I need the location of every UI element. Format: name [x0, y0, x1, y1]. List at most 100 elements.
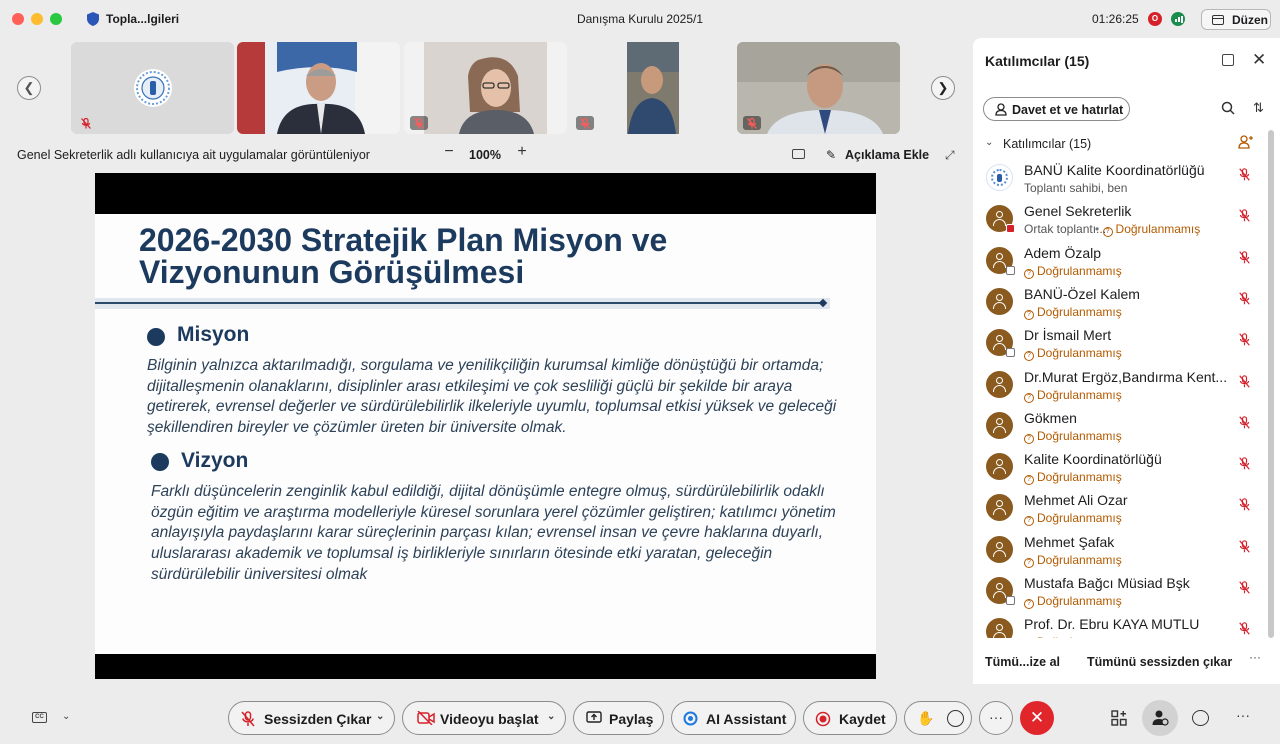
participant-role: Toplantı sahibi, ben [1024, 181, 1128, 195]
mission-bullet [147, 328, 165, 346]
participant-row[interactable]: Dr.Murat Ergöz,Bandırma Kent... ? Doğrulan… [973, 367, 1265, 408]
participant-row[interactable]: Mustafa Bağcı Müsiad Bşk? Doğrulanmamış [973, 573, 1265, 614]
filmstrip-next-button[interactable]: ❯ [931, 76, 955, 100]
filmstrip-prev-button[interactable]: ❮ [17, 76, 41, 100]
shield-icon [87, 12, 99, 26]
invite-button[interactable]: Davet et ve hatırlat [983, 97, 1130, 121]
window-close-button[interactable] [12, 13, 24, 25]
slide-letterbox-bottom [95, 654, 876, 679]
panel-more-button[interactable]: ··· [1249, 650, 1261, 664]
participant-video-icon [404, 42, 567, 134]
participant-name: Dr.Murat Ergöz,Bandırma Kent... [1024, 368, 1228, 385]
window-minimize-button[interactable] [31, 13, 43, 25]
video-tile-4[interactable] [570, 42, 733, 134]
unverified-label: Doğrulanmamış [1037, 387, 1122, 402]
participant-mute-indicator[interactable] [1239, 374, 1250, 393]
avatar [986, 494, 1013, 522]
screen-icon[interactable] [792, 149, 805, 159]
leave-meeting-button[interactable]: ✕ [1020, 701, 1054, 735]
participants-button[interactable] [1142, 700, 1178, 736]
share-button[interactable]: Paylaş [573, 701, 664, 735]
info-icon: ? [1024, 475, 1034, 486]
zoom-in-button[interactable]: + [514, 143, 530, 161]
participant-mute-indicator[interactable] [1239, 457, 1250, 475]
start-video-button[interactable]: Videoyu başlat ⌄ [402, 701, 566, 735]
slide-title: 2026-2030 Stratejik Plan Misyon ve Vizyo… [139, 222, 668, 290]
emoji-icon[interactable] [947, 710, 964, 727]
participant-mute-indicator[interactable] [1239, 333, 1250, 351]
unverified-label: Doğrulanmamış [1115, 222, 1201, 237]
participant-mute-indicator[interactable] [1239, 415, 1250, 434]
participant-mute-indicator[interactable] [1239, 292, 1250, 310]
add-person-icon[interactable] [1238, 135, 1253, 149]
chat-icon[interactable] [1192, 710, 1209, 726]
participant-name: Mehmet Şafak [1024, 533, 1115, 550]
window-maximize-button[interactable] [50, 13, 62, 25]
popout-icon[interactable] [1222, 54, 1234, 66]
participant-mute-indicator[interactable] [1239, 250, 1250, 269]
participant-mute-indicator[interactable] [1239, 539, 1250, 558]
unverified-badge: ?Doğrulanmamış [1024, 305, 1122, 320]
mic-muted-icon [1239, 415, 1250, 429]
participant-mute-indicator[interactable] [1239, 168, 1250, 186]
cc-icon[interactable]: CC [32, 712, 47, 723]
participant-mute-indicator[interactable] [1239, 581, 1250, 599]
ai-assistant-button[interactable]: AI Assistant [671, 701, 796, 735]
unverified-badge: ?Doğrulanmamış [1024, 635, 1122, 638]
chevron-down-icon[interactable]: ⌄ [376, 711, 384, 722]
unverified-badge: ?Doğrulanmamış [1024, 264, 1122, 279]
zoom-level[interactable]: 100% [469, 148, 501, 162]
unverified-label: Doğrulanmamış [1037, 470, 1122, 485]
annotate-icon[interactable]: ✎ [826, 148, 836, 162]
video-tile-2[interactable] [237, 42, 400, 134]
mute-all-button[interactable]: Tümü...ize al [985, 655, 1060, 669]
participant-list-scrollbar[interactable] [1268, 130, 1274, 638]
participants-group-label[interactable]: Katılımcılar (15) [1003, 137, 1091, 151]
participant-row[interactable]: BANÜ Kalite Koordinatörlüğü Toplantı sahi… [973, 160, 1265, 201]
participant-row[interactable]: Gökmen? Doğrulanmamış [973, 408, 1265, 449]
tile-mute-indicator [77, 116, 95, 130]
record-button[interactable]: Kaydet [803, 701, 897, 735]
chevron-down-icon[interactable]: ⌄ [62, 711, 70, 722]
slide-letterbox-top [95, 173, 876, 214]
meeting-info-title[interactable]: Topla...lgileri [106, 12, 179, 26]
layout-button[interactable]: Düzen [1201, 9, 1271, 30]
sort-icon[interactable]: ⇅ [1253, 100, 1264, 116]
participant-row[interactable]: Mehmet Ali Ozar? Doğrulanmamış [973, 490, 1265, 531]
participant-row[interactable]: Genel Sekreterlik Ortak toplantı... • ? Doğ… [973, 201, 1265, 242]
video-tile-3[interactable] [404, 42, 567, 134]
participant-row[interactable]: Dr İsmail Mert? Doğrulanmamış [973, 325, 1265, 366]
chevron-down-icon[interactable]: ⌄ [547, 711, 555, 722]
participant-row[interactable]: Adem Özalp? Doğrulanmamış [973, 243, 1265, 284]
chevron-down-icon[interactable]: ⌄ [985, 137, 993, 148]
annotate-button[interactable]: Açıklama Ekle [845, 148, 929, 162]
participant-video-icon [570, 42, 733, 134]
expand-icon[interactable]: ⤢ [945, 148, 955, 163]
search-icon[interactable] [1221, 101, 1235, 115]
participant-row[interactable]: Mehmet Şafak? Doğrulanmamış [973, 532, 1265, 573]
overflow-menu-button[interactable]: ··· [1236, 707, 1250, 723]
participant-row[interactable]: Kalite Koordinatörlüğü? Doğrulanmamış [973, 449, 1265, 490]
unmute-all-button[interactable]: Tümünü sessizden çıkar [1087, 655, 1232, 669]
close-icon[interactable]: ✕ [1252, 50, 1266, 70]
network-signal-icon[interactable] [1171, 12, 1185, 26]
video-tile-5[interactable] [737, 42, 900, 134]
participant-mute-indicator[interactable] [1239, 498, 1250, 516]
participant-mute-indicator[interactable] [1239, 209, 1250, 227]
participant-name: Prof. Dr. Ebru KAYA MUTLU [1024, 616, 1200, 633]
unverified-label: Doğrulanmamış [1037, 594, 1122, 608]
more-options-button[interactable]: ··· [979, 701, 1013, 735]
unverified-badge: ?Doğrulanmamış [1024, 388, 1122, 403]
avatar [986, 246, 1015, 275]
unmute-button[interactable]: Sessizden Çıkar ⌄ [228, 701, 395, 735]
participant-mute-indicator[interactable] [1239, 622, 1250, 638]
participant-video-icon [237, 42, 400, 134]
zoom-out-button[interactable]: − [441, 143, 457, 161]
slide-divider-line [95, 302, 823, 304]
participant-row[interactable]: Prof. Dr. Ebru KAYA MUTLU ?Doğrulanmamış [973, 614, 1265, 638]
raise-hand-icon[interactable]: ✋ [917, 710, 934, 727]
unverified-label: Doğrulanmamış [1037, 552, 1122, 567]
participant-row[interactable]: BANÜ-Özel Kalem? Doğrulanmamış [973, 284, 1265, 325]
apps-icon[interactable] [1111, 710, 1127, 726]
video-tile-logo[interactable] [71, 42, 234, 134]
